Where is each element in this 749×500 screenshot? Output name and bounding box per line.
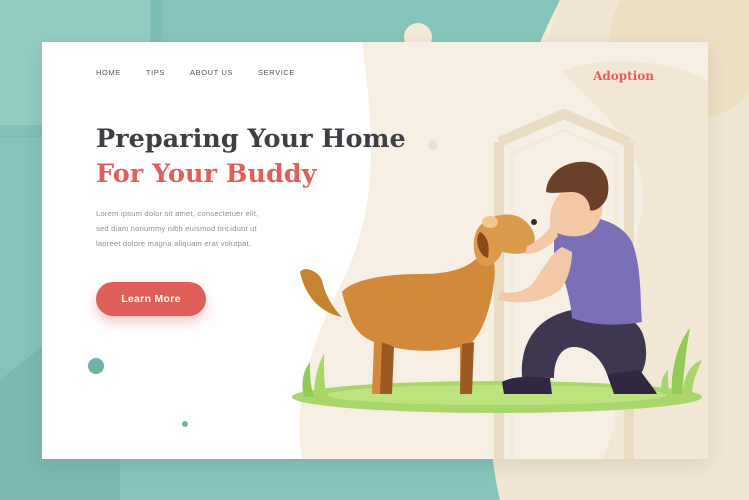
landing-card: HOME TIPS ABOUT US SERVICE Adoption Prep… [42,42,708,459]
learn-more-button[interactable]: Learn More [96,282,206,316]
hero-description: Lorem ipsum dolor sit amet, consectetuer… [96,206,336,251]
nav-tips-link[interactable]: TIPS [146,68,165,77]
nav-service-link[interactable]: SERVICE [258,68,295,77]
hero-title-line1: Preparing Your Home [96,124,406,154]
hero-description-line: laoreet dolore magna aliquam erat volutp… [96,239,252,248]
adoption-link[interactable]: Adoption [593,69,654,83]
nav-home-link[interactable]: HOME [96,68,121,77]
nav-about-us-link[interactable]: ABOUT US [190,68,233,77]
top-nav: HOME TIPS ABOUT US SERVICE [96,68,320,77]
hero-title-line2: For Your Buddy [96,159,317,189]
hero-title: Preparing Your Home For Your Buddy [96,122,406,192]
hero-description-line: sed diam nonummy nibh euismod tincidunt … [96,224,257,233]
hero-description-line: Lorem ipsum dolor sit amet, consectetuer… [96,209,259,218]
